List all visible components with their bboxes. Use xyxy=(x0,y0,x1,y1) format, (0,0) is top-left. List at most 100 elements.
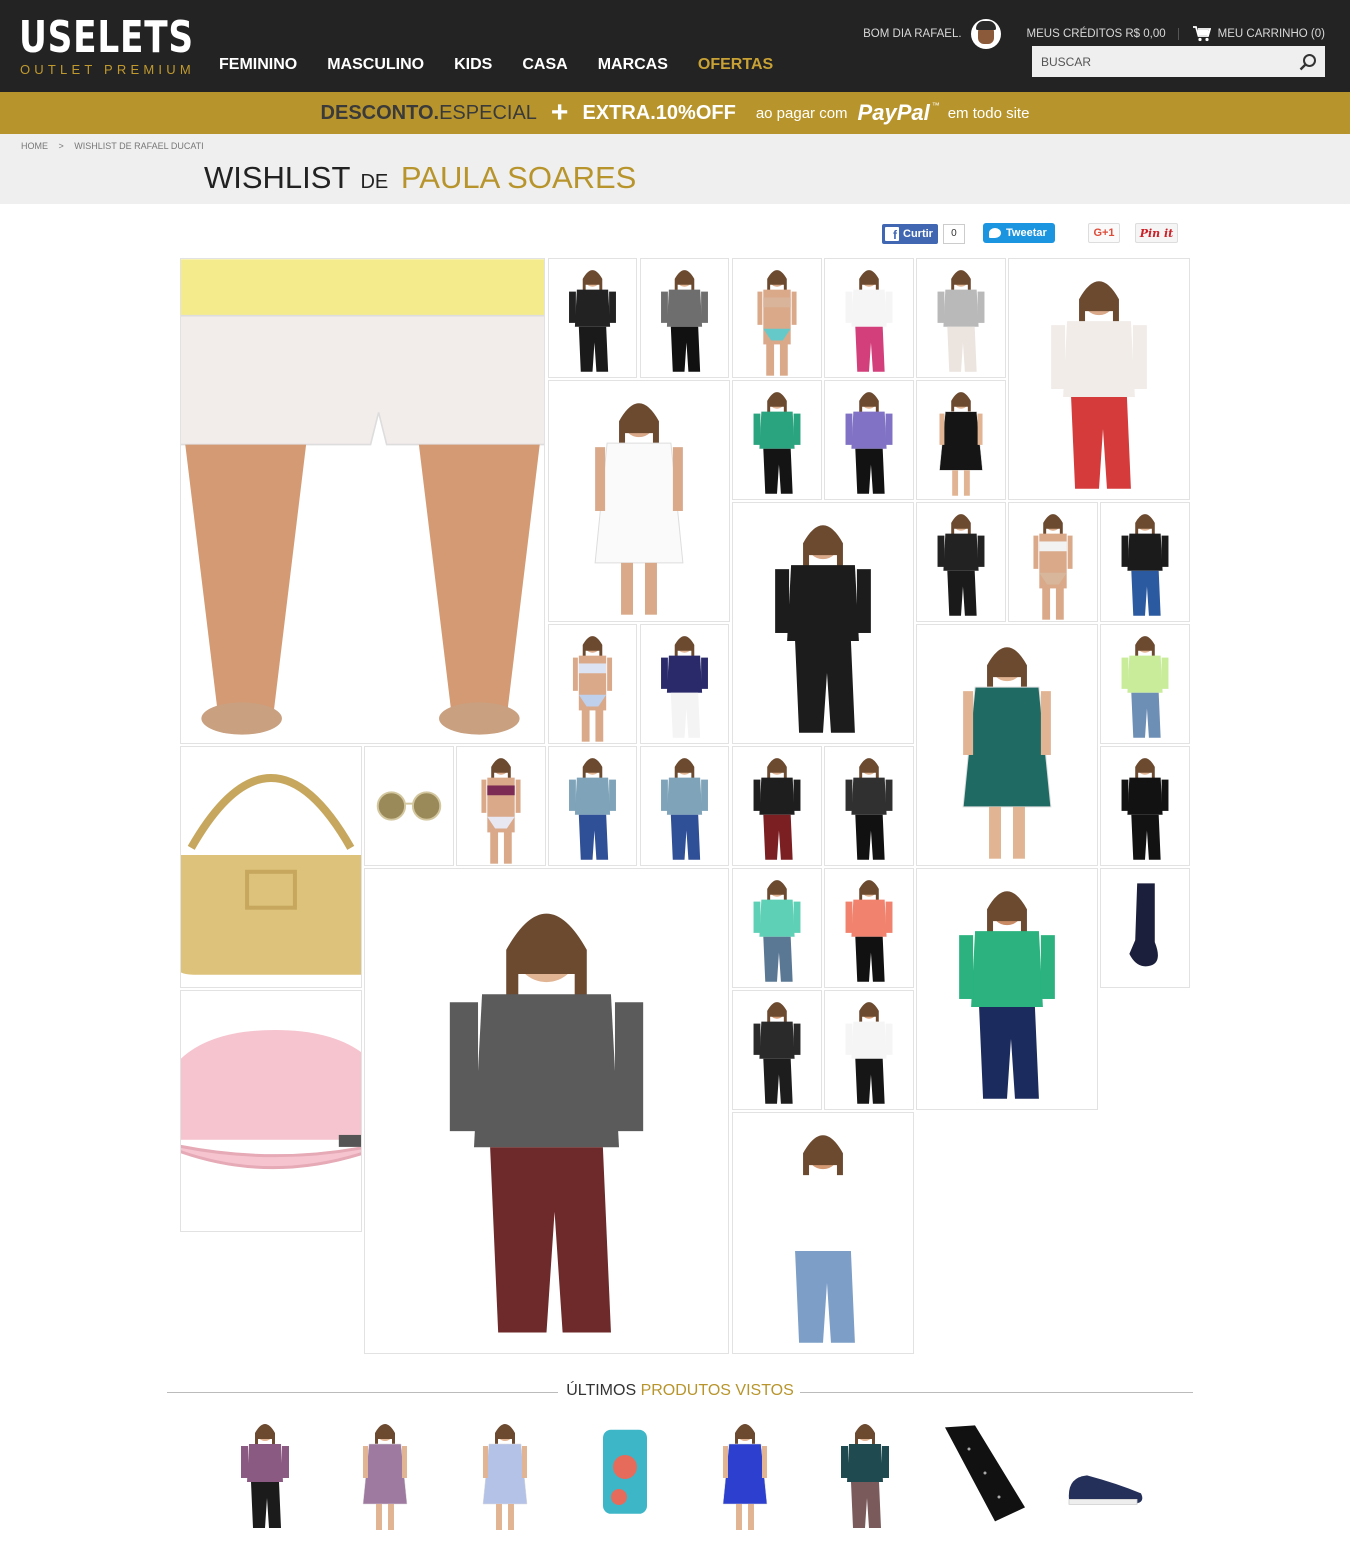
product-image xyxy=(569,758,616,860)
recent-product-item[interactable] xyxy=(325,1413,445,1533)
promo-plus: + xyxy=(550,96,569,129)
product-image xyxy=(753,1002,801,1104)
wishlist-product-tile[interactable] xyxy=(732,258,822,378)
wishlist-product-tile[interactable] xyxy=(180,746,362,988)
recent-product-item[interactable] xyxy=(445,1413,565,1533)
twitter-bird-icon xyxy=(989,228,1001,238)
product-image xyxy=(661,758,708,860)
promo-banner[interactable]: DESCONTO. ESPECIAL + EXTRA.10%OFF ao pag… xyxy=(0,92,1350,134)
google-plus-button[interactable]: G+1 xyxy=(1088,223,1120,243)
recent-product-image xyxy=(841,1424,889,1528)
wishlist-product-tile[interactable] xyxy=(456,746,546,866)
product-image xyxy=(1121,636,1169,738)
nav-masculino[interactable]: MASCULINO xyxy=(327,56,424,74)
page-title: WISHLIST DE PAULA SOARES xyxy=(204,160,636,196)
title-prefix: WISHLIST xyxy=(204,160,350,195)
wishlist-product-tile[interactable] xyxy=(1008,502,1098,622)
product-image xyxy=(845,392,893,494)
facebook-like-button[interactable]: f Curtir xyxy=(882,223,938,244)
promo-site-wide: em todo site xyxy=(947,104,1030,122)
wishlist-product-tile[interactable] xyxy=(824,990,914,1110)
wishlist-product-tile[interactable] xyxy=(732,990,822,1110)
product-image xyxy=(449,913,644,1333)
wishlist-product-tile[interactable] xyxy=(732,868,822,988)
cart-link[interactable]: MEU CARRINHO (0) xyxy=(1218,28,1325,40)
wishlist-product-tile[interactable] xyxy=(916,502,1006,622)
main-nav: FEMININO MASCULINO KIDS CASA MARCAS OFER… xyxy=(219,56,803,74)
product-image xyxy=(845,880,893,982)
recent-product-item[interactable] xyxy=(925,1413,1045,1533)
title-owner-name: PAULA SOARES xyxy=(400,160,637,195)
wishlist-product-tile[interactable] xyxy=(548,624,637,744)
wishlist-product-tile[interactable] xyxy=(732,746,822,866)
wishlist-product-tile[interactable] xyxy=(364,746,454,866)
facebook-like: f Curtir 0 xyxy=(882,223,965,244)
product-image xyxy=(939,392,983,496)
site-header: USELETS OUTLET PREMIUM FEMININO MASCULIN… xyxy=(0,0,1350,92)
wishlist-product-tile[interactable] xyxy=(824,746,914,866)
logo-tagline: OUTLET PREMIUM xyxy=(20,62,195,77)
product-image xyxy=(181,1030,361,1170)
recent-product-image xyxy=(362,1424,408,1530)
nav-kids[interactable]: KIDS xyxy=(454,56,492,74)
recent-product-item[interactable] xyxy=(805,1413,925,1533)
pinterest-button[interactable]: Pin it xyxy=(1135,223,1178,243)
recent-product-image xyxy=(722,1424,768,1530)
product-image xyxy=(757,270,797,376)
promo-pay-with: ao pagar com xyxy=(755,104,848,122)
wishlist-product-tile[interactable] xyxy=(364,868,729,1354)
recent-product-item[interactable] xyxy=(1045,1413,1165,1533)
credits-link[interactable]: MEUS CRÉDITOS R$ 0,00 xyxy=(1027,28,1179,40)
wishlist-product-tile[interactable] xyxy=(732,502,914,744)
wishlist-product-tile[interactable] xyxy=(1100,868,1190,988)
wishlist-product-tile[interactable] xyxy=(916,380,1006,500)
wishlist-product-tile[interactable] xyxy=(732,380,822,500)
wishlist-product-tile[interactable] xyxy=(916,258,1006,378)
avatar[interactable] xyxy=(970,19,1001,49)
wishlist-product-tile[interactable] xyxy=(548,258,637,378)
recent-product-image xyxy=(945,1425,1025,1522)
product-image xyxy=(845,1002,893,1104)
breadcrumb-home[interactable]: HOME xyxy=(21,141,48,151)
wishlist-product-tile[interactable] xyxy=(916,868,1098,1110)
site-logo[interactable]: USELETS OUTLET PREMIUM xyxy=(19,14,193,78)
wishlist-product-tile[interactable] xyxy=(824,868,914,988)
tweet-button[interactable]: Tweetar xyxy=(983,223,1055,243)
product-image xyxy=(594,403,684,615)
product-image xyxy=(845,758,893,860)
wishlist-product-tile[interactable] xyxy=(1008,258,1190,500)
wishlist-product-tile[interactable] xyxy=(824,258,914,378)
wishlist-product-tile[interactable] xyxy=(180,258,545,744)
divider-right xyxy=(800,1392,1193,1393)
user-bar: BOM DIA RAFAEL. MEUS CRÉDITOS R$ 0,00 ME… xyxy=(863,19,1325,49)
wishlist-product-tile[interactable] xyxy=(1100,624,1190,744)
wishlist-product-tile[interactable] xyxy=(548,746,637,866)
recent-product-item[interactable] xyxy=(565,1413,685,1533)
recent-product-item[interactable] xyxy=(685,1413,805,1533)
cart-icon[interactable] xyxy=(1192,26,1211,42)
logo-wordmark: USELETS xyxy=(19,12,194,63)
nav-casa[interactable]: CASA xyxy=(522,56,567,74)
wishlist-product-tile[interactable] xyxy=(548,380,730,622)
nav-feminino[interactable]: FEMININO xyxy=(219,56,297,74)
wishlist-product-tile[interactable] xyxy=(916,624,1098,866)
wishlist-product-tile[interactable] xyxy=(1100,746,1190,866)
wishlist-product-tile[interactable] xyxy=(640,624,729,744)
wishlist-product-tile[interactable] xyxy=(640,258,729,378)
wishlist-product-tile[interactable] xyxy=(640,746,729,866)
wishlist-product-tile[interactable] xyxy=(824,380,914,500)
search-input[interactable] xyxy=(1032,46,1292,77)
nav-marcas[interactable]: MARCAS xyxy=(598,56,668,74)
wishlist-product-tile[interactable] xyxy=(732,1112,914,1354)
breadcrumb-current[interactable]: WISHLIST DE RAFAEL DUCATI xyxy=(74,141,203,151)
search-icon[interactable] xyxy=(1299,53,1317,71)
wishlist-product-tile[interactable] xyxy=(1100,502,1190,622)
title-de: DE xyxy=(360,171,389,193)
wishlist-product-tile[interactable] xyxy=(180,990,362,1232)
product-image xyxy=(661,636,708,738)
title-band: HOME > WISHLIST DE RAFAEL DUCATI WISHLIS… xyxy=(0,134,1350,204)
product-image xyxy=(845,270,893,372)
recent-product-item[interactable] xyxy=(205,1413,325,1533)
nav-ofertas[interactable]: OFERTAS xyxy=(698,56,773,74)
product-image xyxy=(661,270,708,372)
